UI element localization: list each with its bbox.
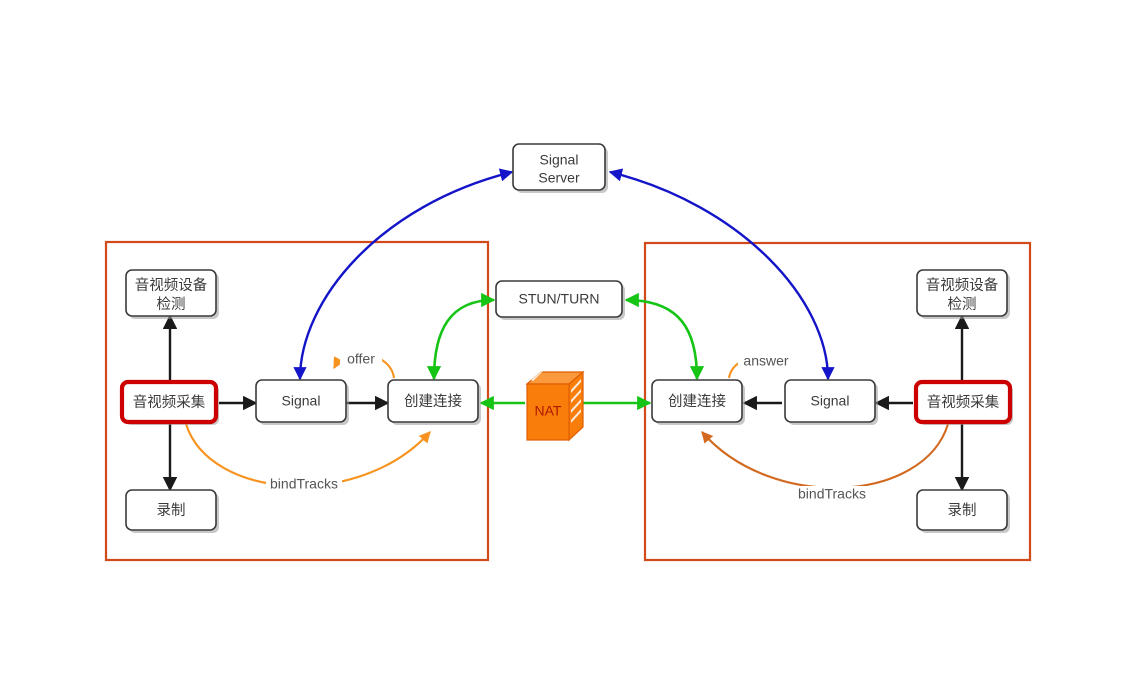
device-check-left-label-line2: 检测 (157, 296, 186, 313)
create-connection-right-label: 创建连接 (668, 393, 726, 410)
device-check-right-label-line2: 检测 (948, 296, 977, 313)
node-capture-left[interactable]: 音视频采集 (119, 379, 219, 425)
bind-tracks-right-label: bindTracks (798, 486, 866, 502)
signal-server-label-line2: Server (538, 170, 580, 186)
nat-label: NAT (535, 403, 562, 419)
node-record-left[interactable]: 录制 (125, 489, 219, 533)
node-create-connection-left[interactable]: 创建连接 (387, 379, 481, 425)
node-record-right[interactable]: 录制 (916, 489, 1010, 533)
signal-left-label: Signal (282, 393, 321, 409)
node-capture-right[interactable]: 音视频采集 (913, 379, 1013, 425)
edge-signal-right-to-server (608, 168, 835, 381)
node-create-connection-right[interactable]: 创建连接 (651, 379, 745, 425)
architecture-diagram: Signal Server STUN/TURN NAT 音视频设备 检测 音视频… (104, 143, 1032, 562)
bind-tracks-left-label: bindTracks (270, 476, 338, 492)
answer-label: answer (743, 353, 788, 369)
edge-bind-tracks-right (701, 423, 950, 489)
device-check-right-label-line1: 音视频设备 (926, 277, 999, 294)
node-device-check-left[interactable]: 音视频设备 检测 (125, 269, 219, 319)
edge-create-connection-left-to-stun (426, 292, 496, 381)
node-signal-left[interactable]: Signal (255, 379, 349, 425)
offer-label: offer (347, 351, 375, 367)
edge-label-answer: answer (738, 353, 794, 371)
capture-left-label: 音视频采集 (133, 394, 206, 411)
node-signal-server[interactable]: Signal Server (512, 143, 608, 193)
node-signal-right[interactable]: Signal (784, 379, 878, 425)
stun-turn-label: STUN/TURN (519, 291, 600, 307)
node-device-check-right[interactable]: 音视频设备 检测 (916, 269, 1010, 319)
capture-right-label: 音视频采集 (927, 394, 1000, 411)
signal-right-label: Signal (811, 393, 850, 409)
edge-signal-left-to-server (293, 168, 514, 381)
create-connection-left-label: 创建连接 (404, 393, 462, 410)
signal-server-label-line1: Signal (540, 152, 579, 168)
device-check-left-label-line1: 音视频设备 (135, 277, 208, 294)
edge-label-bind-tracks-left: bindTracks (266, 476, 342, 494)
edge-create-connection-right-to-stun (624, 292, 705, 381)
node-stun-turn[interactable]: STUN/TURN (495, 280, 625, 320)
node-nat[interactable]: NAT (525, 368, 585, 442)
diagram-canvas: Signal Server STUN/TURN NAT 音视频设备 检测 音视频… (0, 0, 1142, 686)
record-right-label: 录制 (948, 502, 977, 519)
edge-label-offer: offer (340, 351, 382, 368)
edge-label-bind-tracks-right: bindTracks (793, 486, 871, 504)
record-left-label: 录制 (157, 502, 186, 519)
